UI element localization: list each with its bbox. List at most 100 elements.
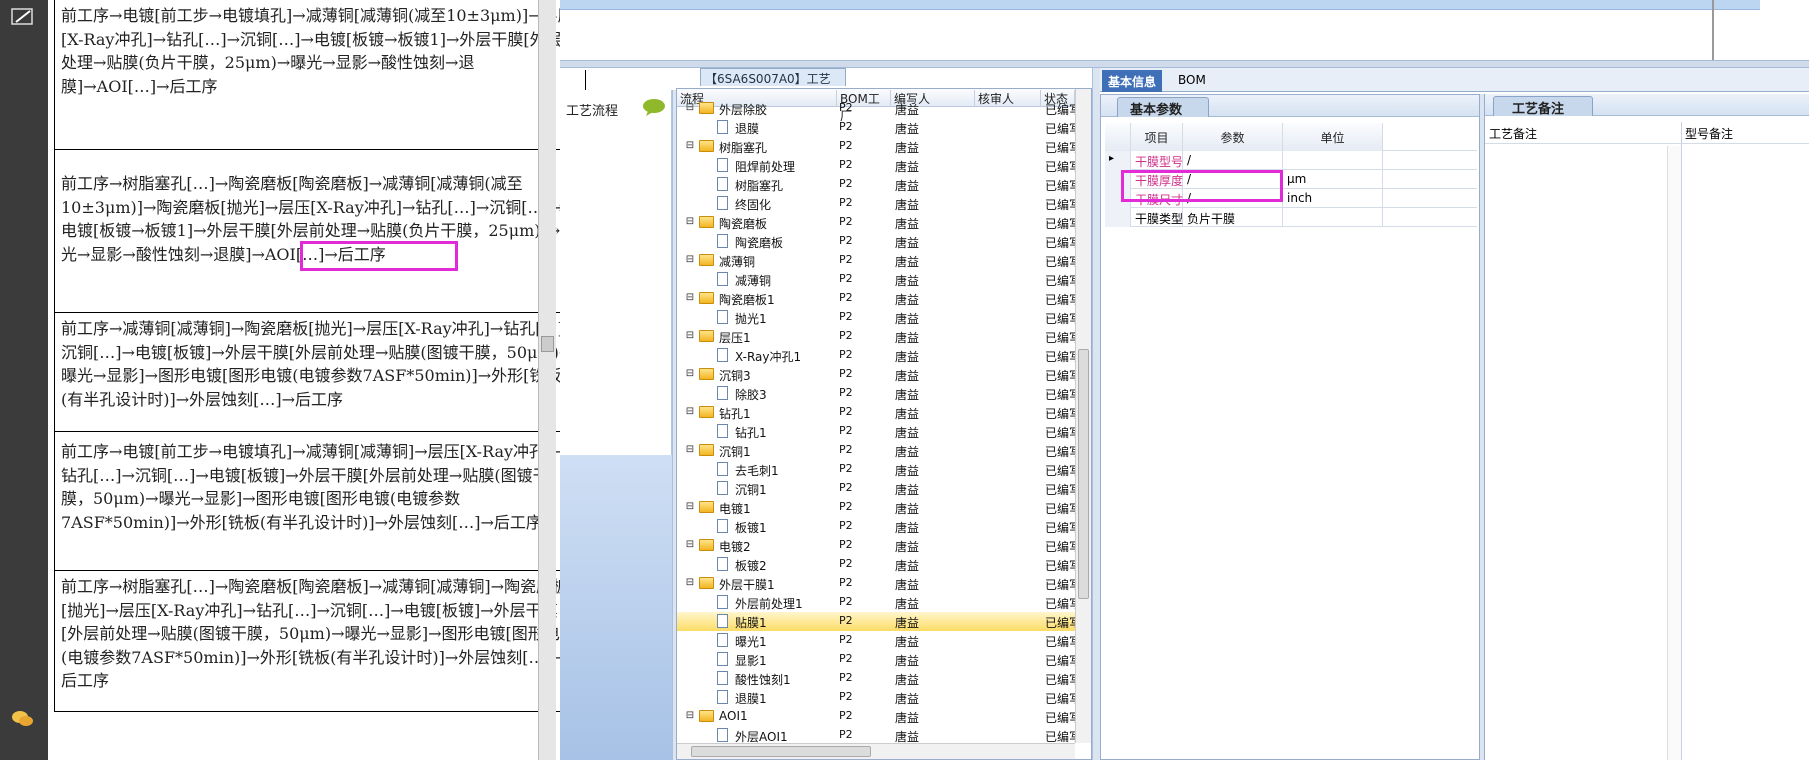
- tree-row[interactable]: 去毛刺1 P2 唐益 已编写: [677, 460, 1077, 479]
- col-header-process-remark[interactable]: 工艺备注: [1489, 125, 1537, 142]
- collapse-icon[interactable]: ⊟: [685, 141, 695, 151]
- collapse-icon[interactable]: ⊟: [685, 255, 695, 265]
- params-row[interactable]: 干膜类型 负片干膜: [1105, 208, 1477, 227]
- tree-row-name: 外层前处理1: [735, 597, 803, 611]
- tree-row[interactable]: ⊟ 沉铜1 P2 唐益 已编写: [677, 441, 1077, 460]
- tree-hscroll-thumb[interactable]: [691, 746, 871, 757]
- tree-row[interactable]: 除胶3 P2 唐益 已编写: [677, 384, 1077, 403]
- collapse-icon[interactable]: ⊟: [685, 578, 695, 588]
- tree-row[interactable]: ⊟ 钻孔1 P2 唐益 已编写: [677, 403, 1077, 422]
- params-cell-value[interactable]: /: [1183, 151, 1283, 170]
- tree-row[interactable]: 抛光1 P2 唐益 已编写: [677, 308, 1077, 327]
- tree-horizontal-scrollbar[interactable]: [677, 743, 1075, 759]
- collapse-icon[interactable]: ⊟: [685, 293, 695, 303]
- tree-row-plant: P2: [839, 196, 853, 209]
- tree-row[interactable]: 板镀1 P2 唐益 已编写: [677, 517, 1077, 536]
- collapse-icon[interactable]: ⊟: [685, 331, 695, 341]
- horizontal-splitter[interactable]: [560, 60, 1809, 68]
- scroll-thumb[interactable]: [541, 336, 554, 352]
- speech-bubble-icon[interactable]: [642, 98, 666, 116]
- tree-row-name: 显影1: [735, 654, 767, 668]
- tree-row-plant: P2: [839, 690, 853, 703]
- document-icon: [717, 481, 728, 495]
- tree-row[interactable]: 陶瓷磨板 P2 唐益 已编写: [677, 232, 1077, 251]
- tree-row[interactable]: 酸性蚀刻1 P2 唐益 已编写: [677, 669, 1077, 688]
- tab-basic-info[interactable]: 基本信息: [1102, 70, 1163, 92]
- collapse-icon[interactable]: ⊟: [685, 407, 695, 417]
- nav-item-label: 工艺流程: [566, 104, 619, 119]
- params-row[interactable]: ▸ 干膜型号 /: [1105, 151, 1477, 170]
- tree-row[interactable]: ⊟ AOI1 P2 唐益 已编写: [677, 707, 1077, 726]
- collapse-icon[interactable]: ⊟: [685, 103, 695, 113]
- params-cell-unit: [1283, 208, 1383, 227]
- tree-row[interactable]: 贴膜1 P2 唐益 已编写: [677, 612, 1077, 631]
- collapse-icon[interactable]: ⊟: [685, 217, 695, 227]
- tree-row-status: 已编写: [1045, 331, 1077, 345]
- folder-icon: [699, 140, 714, 152]
- tree-row-status: 已编写: [1045, 388, 1077, 402]
- tree-row[interactable]: ⊟ 电镀2 P2 唐益 已编写: [677, 536, 1077, 555]
- remarks-scrollbar[interactable]: [1667, 146, 1681, 760]
- folder-icon: [699, 577, 714, 589]
- tree-row[interactable]: ⊟ 外层除胶 P2 唐益 已编写: [677, 99, 1077, 118]
- remarks-panel: 工艺备注 工艺备注 型号备注: [1484, 94, 1809, 760]
- col-header-param[interactable]: 参数: [1183, 123, 1283, 151]
- tree-row[interactable]: ⊟ 减薄铜 P2 唐益 已编写: [677, 251, 1077, 270]
- tree-splitter[interactable]: [1092, 68, 1100, 760]
- collapse-icon[interactable]: ⊟: [685, 369, 695, 379]
- tree-row[interactable]: 钻孔1 P2 唐益 已编写: [677, 422, 1077, 441]
- collapse-icon[interactable]: ⊟: [685, 502, 695, 512]
- collapse-icon[interactable]: ⊟: [685, 445, 695, 455]
- tree-row-name: 减薄铜: [719, 255, 756, 269]
- tree-row-status: 已编写: [1045, 236, 1077, 250]
- tree-row[interactable]: ⊟ 电镀1 P2 唐益 已编写: [677, 498, 1077, 517]
- tree-row[interactable]: 终固化 P2 唐益 已编写: [677, 194, 1077, 213]
- tree-row-status: 已编写: [1045, 483, 1077, 497]
- tree-row[interactable]: 树脂塞孔 P2 唐益 已编写: [677, 175, 1077, 194]
- tree-row[interactable]: ⊟ 沉铜3 P2 唐益 已编写: [677, 365, 1077, 384]
- tree-row-name: 退膜: [735, 122, 760, 136]
- tree-vertical-scrollbar[interactable]: [1075, 89, 1091, 743]
- tree-row-writer: 唐益: [895, 673, 920, 687]
- tree-row-name: 去毛刺1: [735, 464, 779, 478]
- folder-icon: [699, 710, 714, 722]
- col-header-item[interactable]: 项目: [1131, 123, 1183, 151]
- tree-row[interactable]: 退膜 P2 唐益 已编写: [677, 118, 1077, 137]
- params-cell-value[interactable]: 负片干膜: [1183, 208, 1283, 227]
- tree-row[interactable]: ⊟ 外层干膜1 P2 唐益 已编写: [677, 574, 1077, 593]
- tree-row-name: 板镀2: [735, 559, 767, 573]
- tree-row-writer: 唐益: [895, 445, 920, 459]
- tree-row-name: 沉铜1: [735, 483, 767, 497]
- edit-icon[interactable]: [10, 6, 36, 28]
- collapse-icon[interactable]: ⊟: [685, 711, 695, 721]
- tree-vscroll-thumb[interactable]: [1078, 349, 1089, 599]
- col-header-model-remark[interactable]: 型号备注: [1685, 125, 1733, 142]
- tree-row-name: 阻焊前处理: [735, 160, 796, 174]
- tree-row[interactable]: 退膜1 P2 唐益 已编写: [677, 688, 1077, 707]
- collapse-icon[interactable]: ⊟: [685, 540, 695, 550]
- document-scrollbar[interactable]: [538, 0, 556, 760]
- tree-row[interactable]: 减薄铜 P2 唐益 已编写: [677, 270, 1077, 289]
- tree-row[interactable]: ⊟ 树脂塞孔 P2 唐益 已编写: [677, 137, 1077, 156]
- tree-row[interactable]: 曝光1 P2 唐益 已编写: [677, 631, 1077, 650]
- tree-row[interactable]: ⊟ 层压1 P2 唐益 已编写: [677, 327, 1077, 346]
- tree-row[interactable]: ⊟ 陶瓷磨板 P2 唐益 已编写: [677, 213, 1077, 232]
- tree-row[interactable]: 外层前处理1 P2 唐益 已编写: [677, 593, 1077, 612]
- tree-row-name: 树脂塞孔: [719, 141, 768, 155]
- tree-row[interactable]: X-Ray冲孔1 P2 唐益 已编写: [677, 346, 1077, 365]
- top-selected-row[interactable]: [560, 0, 1760, 10]
- tree-row[interactable]: 沉铜1 P2 唐益 已编写: [677, 479, 1077, 498]
- tree-row-writer: 唐益: [895, 635, 920, 649]
- tree-row[interactable]: 板镀2 P2 唐益 已编写: [677, 555, 1077, 574]
- tree-row-status: 已编写: [1045, 198, 1077, 212]
- tab-process[interactable]: 【6SA6S007A0】工艺流程: [700, 68, 846, 103]
- tree-row-writer: 唐益: [895, 597, 920, 611]
- tree-row[interactable]: ⊟ 陶瓷磨板1 P2 唐益 已编写: [677, 289, 1077, 308]
- col-header-unit[interactable]: 单位: [1283, 123, 1383, 151]
- tab-bom[interactable]: BOM: [1172, 70, 1212, 92]
- tree-row[interactable]: 显影1 P2 唐益 已编写: [677, 650, 1077, 669]
- tree-row-status: 已编写: [1045, 540, 1077, 554]
- comments-icon[interactable]: [10, 708, 36, 730]
- tree-row[interactable]: 阻焊前处理 P2 唐益 已编写: [677, 156, 1077, 175]
- reader-sidebar: [0, 0, 48, 760]
